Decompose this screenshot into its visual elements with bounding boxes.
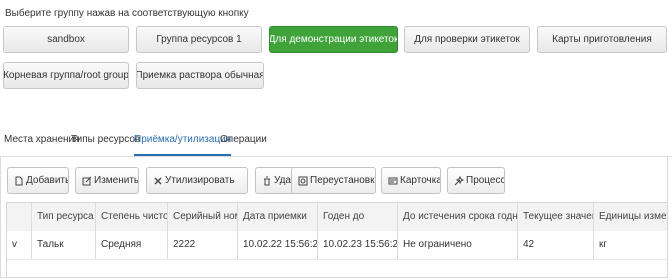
group-button-solution-intake[interactable]: Приемка раствора обычная <box>136 62 264 89</box>
cell-intake-date: 10.02.22 15:56:28 <box>237 231 317 259</box>
trash-icon <box>262 176 272 186</box>
dispose-button[interactable]: Утилизировать <box>146 167 248 194</box>
dispose-icon <box>153 176 163 186</box>
group-button-label: Для демонстрации этикеток <box>269 34 398 45</box>
tab-storage-places[interactable]: Места хранения <box>4 134 80 156</box>
table-row[interactable]: v Тальк Средняя 2222 10.02.22 15:56:28 1… <box>7 231 667 260</box>
tab-operations[interactable]: Операции <box>220 134 267 156</box>
column-header-days-left[interactable]: До истечения срока годности(д) <box>397 203 517 231</box>
add-button-label: Добавить <box>26 175 69 186</box>
group-button-sandbox[interactable]: sandbox <box>3 26 129 53</box>
cell-expiry-date: 10.02.23 15:56:28 <box>317 231 397 259</box>
column-header-current-value[interactable]: Текущее значение <box>517 203 593 231</box>
column-header-intake-date[interactable]: Дата приемки <box>237 203 317 231</box>
group-prompt: Выберите группу нажав на соответствующую… <box>5 8 249 19</box>
column-header-serial-number[interactable]: Серийный номер <box>167 203 237 231</box>
group-button-root[interactable]: Корневая группа/root group <box>3 62 129 89</box>
reinstall-button-label: Переустановка <box>310 175 376 186</box>
group-button-label: Карты приготовления <box>552 34 652 45</box>
edit-icon <box>82 176 92 186</box>
process-icon <box>454 175 465 186</box>
reinstall-icon <box>298 176 308 186</box>
cell-resource-type: Тальк <box>31 231 95 259</box>
card-button[interactable]: Карточка <box>381 167 441 194</box>
file-icon <box>14 176 24 186</box>
resource-table: Тип ресурса Степень чистоты Серийный ном… <box>6 202 668 278</box>
cell-purity: Средняя <box>95 231 167 259</box>
row-expand-toggle[interactable]: v <box>7 231 31 259</box>
column-header-expand <box>7 203 31 231</box>
group-button-resources-1[interactable]: Группа ресурсов 1 <box>136 26 262 53</box>
group-button-prep-cards[interactable]: Карты приготовления <box>537 26 667 53</box>
process-button[interactable]: Процесс <box>447 167 505 194</box>
group-button-label: Для проверки этикеток <box>414 34 520 45</box>
add-button[interactable]: Добавить <box>7 167 69 194</box>
cell-current-value: 42 <box>517 231 593 259</box>
edit-button[interactable]: Изменить <box>75 167 139 194</box>
group-button-label: Корневая группа/root group <box>3 70 129 81</box>
edit-button-label: Изменить <box>94 175 139 186</box>
column-header-purity[interactable]: Степень чистоты <box>95 203 167 231</box>
group-button-label-demo[interactable]: Для демонстрации этикеток <box>269 26 398 53</box>
cell-units: кг <box>593 231 667 259</box>
tab-bar: Места хранения Типы ресурсов Приёмка/ути… <box>0 134 672 157</box>
card-icon <box>388 176 398 186</box>
group-button-label: Группа ресурсов 1 <box>156 34 242 45</box>
column-header-resource-type[interactable]: Тип ресурса <box>31 203 95 231</box>
cell-serial-number: 2222 <box>167 231 237 259</box>
column-header-expiry-date[interactable]: Годен до <box>317 203 397 231</box>
tab-resource-types[interactable]: Типы ресурсов <box>71 134 140 156</box>
cell-days-left: Не ограничено <box>397 231 517 259</box>
reinstall-button[interactable]: Переустановка <box>291 167 376 194</box>
process-button-label: Процесс <box>466 175 505 186</box>
group-button-label: sandbox <box>47 34 85 45</box>
dispose-button-label: Утилизировать <box>165 175 235 186</box>
column-header-units[interactable]: Единицы измерения <box>593 203 667 231</box>
card-button-label: Карточка <box>400 175 441 186</box>
group-button-label: Приемка раствора обычная <box>136 70 264 81</box>
tab-intake-disposal[interactable]: Приёмка/утилизация <box>134 134 232 156</box>
group-button-label-check[interactable]: Для проверки этикеток <box>404 26 530 53</box>
table-header-row: Тип ресурса Степень чистоты Серийный ном… <box>7 203 667 232</box>
